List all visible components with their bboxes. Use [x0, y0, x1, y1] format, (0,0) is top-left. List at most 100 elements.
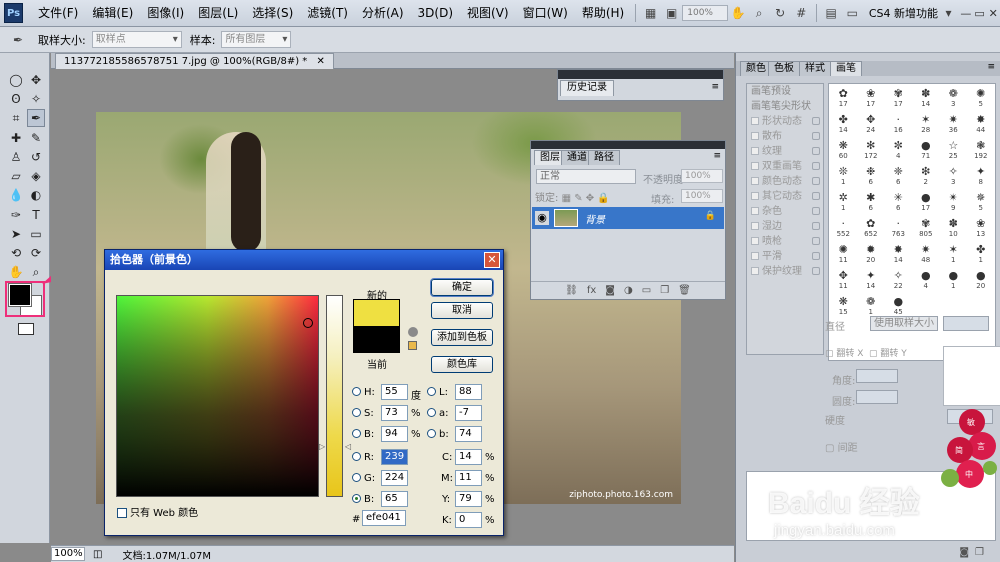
adjustment-icon[interactable]: ◑	[624, 285, 633, 296]
checkbox[interactable]	[751, 177, 759, 185]
quick-mask-icon[interactable]	[18, 323, 34, 335]
sample-select[interactable]: 所有图层	[221, 31, 292, 48]
lock-image-icon[interactable]: ✎	[574, 193, 582, 204]
panel-menu-icon[interactable]: ≡	[711, 82, 719, 92]
minimize-button[interactable]: —	[959, 7, 973, 20]
type-tool-icon[interactable]: T	[27, 206, 45, 224]
radio-h[interactable]	[352, 387, 361, 396]
r-field[interactable]: 239	[381, 449, 408, 465]
blend-mode-select[interactable]: 正常	[536, 169, 636, 184]
new-preset-icon[interactable]: ❐	[975, 547, 990, 558]
brush-tip[interactable]: ● 71	[912, 137, 939, 162]
brush-angle-preview[interactable]	[943, 346, 1000, 406]
brush-tip[interactable]: ☆ 25	[940, 137, 967, 162]
brush-tip[interactable]: ● 45	[885, 293, 912, 318]
hardness-field[interactable]	[947, 409, 993, 424]
grid-icon[interactable]: #	[793, 4, 810, 22]
brush-tip[interactable]: ✿ 17	[830, 85, 857, 110]
c-field[interactable]: 14	[455, 449, 482, 465]
fx-icon[interactable]: fx	[587, 285, 596, 296]
menu-filter[interactable]: 滤镜(T)	[300, 0, 355, 27]
current-color-swatch[interactable]	[353, 326, 400, 353]
lock-icon[interactable]	[812, 192, 820, 200]
brush-tip[interactable]	[912, 293, 939, 318]
brush-tip[interactable]: ✤ 14	[830, 111, 857, 136]
brush-tip[interactable]: ❉ 6	[857, 163, 884, 188]
gamut-correction-swatch[interactable]	[408, 341, 417, 350]
brush-tip[interactable]: ✽ 10	[940, 215, 967, 240]
list-item[interactable]: 形状动态	[747, 114, 823, 129]
lock-icon[interactable]	[812, 132, 820, 140]
brush-tip[interactable]: ✴ 9	[940, 189, 967, 214]
blue-field[interactable]: 65	[381, 491, 408, 507]
menu-window[interactable]: 窗口(W)	[516, 0, 575, 27]
brush-tip[interactable]: ✸ 44	[967, 111, 994, 136]
b-field[interactable]: 94	[381, 426, 408, 442]
checkbox[interactable]	[751, 117, 759, 125]
rotate-view-icon[interactable]: ↻	[772, 4, 789, 22]
new-layer-icon[interactable]: ❐	[660, 285, 669, 296]
brush-tip[interactable]: ❊ 1	[830, 163, 857, 188]
m-field[interactable]: 11	[455, 470, 482, 486]
document-tab[interactable]: 113772185586578751 7.jpg @ 100%(RGB/8#) …	[55, 53, 334, 69]
radio-l[interactable]	[427, 387, 436, 396]
tab-styles[interactable]: 样式	[799, 61, 831, 76]
checkbox[interactable]	[751, 252, 759, 260]
brush-tip[interactable]: ✿ 652	[857, 215, 884, 240]
list-item[interactable]: 纹理	[747, 144, 823, 159]
mask-icon[interactable]: ◙	[605, 285, 615, 296]
brush-tip[interactable]: · 763	[885, 215, 912, 240]
brush-tip[interactable]: ✺ 11	[830, 241, 857, 266]
brush-tip[interactable]	[940, 293, 967, 318]
checkbox[interactable]	[117, 508, 127, 518]
brush-tip[interactable]: ❁ 3	[940, 85, 967, 110]
add-to-swatches-button[interactable]: 添加到色板	[431, 329, 493, 346]
brush-tip[interactable]: ❀ 13	[967, 215, 994, 240]
tab-brushes[interactable]: 画笔	[830, 61, 862, 76]
lock-icon[interactable]	[812, 162, 820, 170]
eyedropper-tool-icon[interactable]: ✒	[27, 109, 45, 127]
brush-tip[interactable]: · 552	[830, 215, 857, 240]
paint-bucket-tool-icon[interactable]: ◈	[27, 167, 45, 185]
panel-menu-icon[interactable]: ≡	[713, 151, 721, 161]
brush-tip[interactable]: ✦ 14	[857, 267, 884, 292]
close-button[interactable]: ✕	[986, 7, 1000, 20]
lock-transparent-icon[interactable]: ▦	[562, 193, 571, 204]
y-field[interactable]: 79	[455, 491, 482, 507]
lock-all-icon[interactable]: 🔒	[597, 193, 609, 204]
tab-swatches[interactable]: 色板	[768, 61, 800, 76]
diameter-field[interactable]	[943, 316, 989, 331]
list-item[interactable]: 散布	[747, 129, 823, 144]
radio-blue[interactable]	[352, 494, 361, 503]
checkbox[interactable]	[751, 207, 759, 215]
slider-arrow-left-icon[interactable]: ▷	[319, 442, 325, 451]
lock-icon[interactable]	[812, 237, 820, 245]
lock-icon[interactable]	[812, 267, 820, 275]
brush-tip[interactable]: ❋ 15	[830, 293, 857, 318]
lab-b-field[interactable]: 74	[455, 426, 482, 442]
sample-size-select[interactable]: 取样点	[91, 31, 182, 48]
move-tool-icon[interactable]: ✥	[27, 71, 45, 89]
screen-mode-full-icon[interactable]: ▭	[844, 4, 861, 22]
lock-icon[interactable]	[812, 177, 820, 185]
brush-tip[interactable]: ● 17	[912, 189, 939, 214]
list-item[interactable]: 画笔笔尖形状	[747, 99, 823, 114]
list-item[interactable]: 杂色	[747, 204, 823, 219]
screen-mode-icon[interactable]: ▣	[663, 4, 680, 22]
brush-tip[interactable]: ✷ 36	[940, 111, 967, 136]
list-item[interactable]: 保护纹理	[747, 264, 823, 279]
brush-tip[interactable]: ● 20	[967, 267, 994, 292]
toggle-brush-icon[interactable]: ◙	[959, 547, 975, 558]
list-item[interactable]: 画笔预设	[747, 84, 823, 99]
hand-tool-icon[interactable]: ✋	[7, 263, 25, 281]
brush-tip[interactable]: ✹ 20	[857, 241, 884, 266]
brush-tip[interactable]: ❃ 192	[967, 137, 994, 162]
arrange-documents-icon[interactable]: ▤	[823, 4, 840, 22]
lock-icon[interactable]	[812, 252, 820, 260]
brush-tip[interactable]: ✳ 6	[885, 189, 912, 214]
trash-icon[interactable]: 🗑	[678, 285, 691, 296]
layer-name[interactable]: 背景	[585, 211, 605, 226]
brush-tip[interactable]: ✾ 17	[885, 85, 912, 110]
list-item[interactable]: 颜色动态	[747, 174, 823, 189]
pen-tool-icon[interactable]: ✑	[7, 206, 25, 224]
